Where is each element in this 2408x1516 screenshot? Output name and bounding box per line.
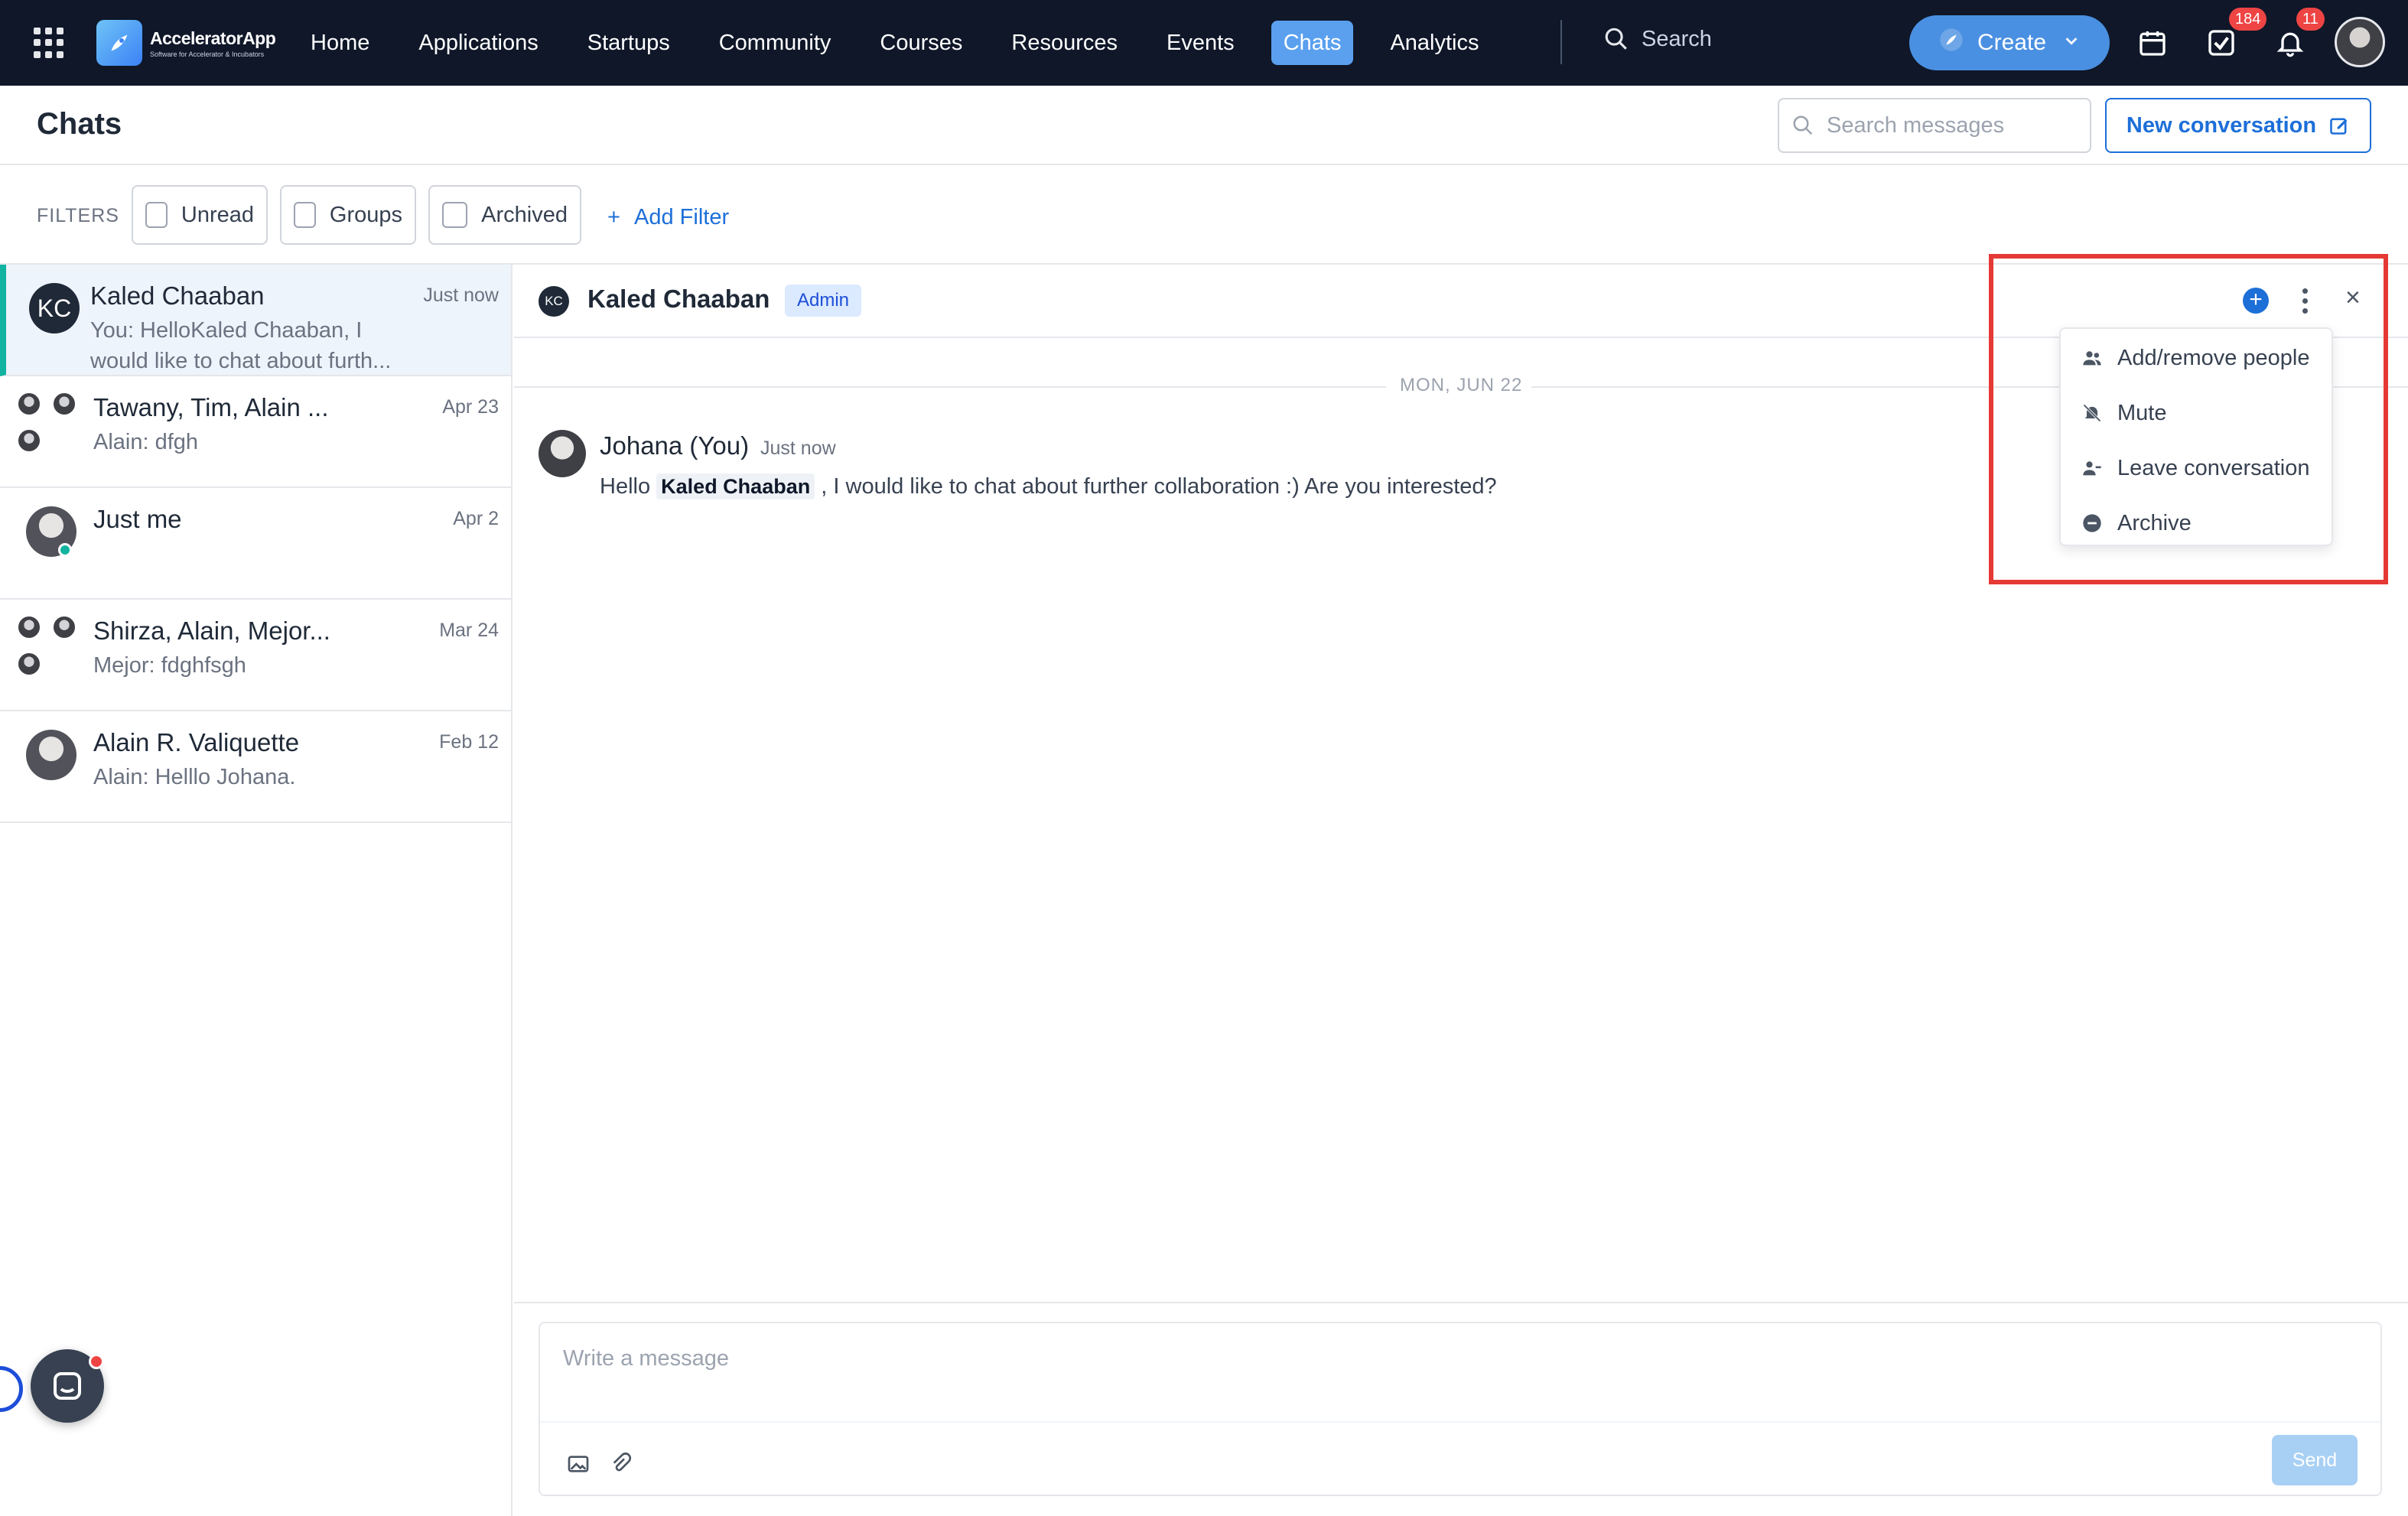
avatar: KC (539, 286, 569, 317)
page-header: Chats New conversation (0, 86, 2408, 165)
nav-analytics[interactable]: Analytics (1378, 21, 1491, 65)
top-navigation: AcceleratorApp Software for Accelerator … (0, 0, 2408, 86)
rocket-icon (1939, 28, 1964, 58)
conversation-preview: Alain: Helllo Johana. (93, 765, 296, 789)
conversation-date: Mar 24 (439, 620, 499, 641)
notification-dot (89, 1354, 104, 1369)
checkbox-icon[interactable] (442, 202, 468, 228)
nav-chats[interactable]: Chats (1271, 21, 1354, 65)
tasks-badge: 184 (2229, 8, 2267, 31)
calendar-icon[interactable] (2133, 23, 2172, 63)
new-conversation-label: New conversation (2126, 112, 2317, 138)
nav-applications[interactable]: Applications (406, 21, 550, 65)
conversation-date: Just now (423, 285, 499, 306)
filters-bar: FILTERS Unread Groups Archived + Add Fil… (0, 165, 2408, 265)
avatar (17, 652, 41, 676)
avatar (52, 615, 76, 639)
conversation-list: KC Kaled Chaaban Just now You: HelloKale… (0, 265, 513, 1516)
page-title: Chats (37, 107, 122, 141)
chevron-down-icon (2063, 32, 2080, 54)
send-button[interactable]: Send (2272, 1435, 2358, 1485)
avatar (17, 428, 41, 453)
conversation-name: Kaled Chaaban (90, 281, 265, 310)
create-label: Create (1977, 30, 2047, 55)
highlight-annotation-box (1989, 254, 2388, 584)
nav-courses[interactable]: Courses (867, 21, 975, 65)
new-conversation-button[interactable]: New conversation (2105, 98, 2371, 153)
checkbox-icon[interactable] (145, 202, 168, 228)
global-search-placeholder: Search (1642, 26, 1712, 51)
conversation-item-group-tawany[interactable]: Tawany, Tim, Alain ... Apr 23 Alain: dfg… (0, 376, 511, 488)
date-separator-label: MON, JUN 22 (1400, 375, 1523, 395)
conversation-date: Feb 12 (439, 731, 499, 753)
avatar: KC (29, 283, 80, 333)
conversation-preview: You: HelloKaled Chaaban, I would like to… (90, 318, 392, 373)
avatar (17, 392, 41, 416)
filter-unread-label: Unread (181, 202, 254, 227)
conversation-preview: Alain: dfgh (93, 430, 199, 454)
message-input[interactable] (563, 1346, 2353, 1392)
add-filter-button[interactable]: + Add Filter (607, 205, 729, 230)
checkbox-icon[interactable] (294, 202, 316, 228)
filter-groups-label: Groups (329, 202, 402, 227)
nav-community[interactable]: Community (707, 21, 844, 65)
conversation-item-alain[interactable]: Alain R. Valiquette Feb 12 Alain: Helllo… (0, 711, 511, 823)
app-logo[interactable]: AcceleratorApp Software for Accelerator … (96, 20, 276, 66)
nav-home[interactable]: Home (298, 21, 382, 65)
main-menu: Home Applications Startups Community Cou… (298, 20, 1516, 66)
conversation-name: Shirza, Alain, Mejor... (93, 616, 330, 645)
filters-label: FILTERS (37, 205, 119, 226)
message-text: , I would like to chat about further col… (815, 474, 1497, 499)
filter-groups[interactable]: Groups (280, 185, 416, 245)
conversation-preview: Mejor: fdghfsgh (93, 653, 246, 678)
search-messages-input[interactable] (1827, 112, 2071, 138)
edit-icon (2330, 118, 2348, 135)
conversation-date: Apr 23 (442, 396, 499, 418)
plus-icon: + (607, 205, 620, 229)
conversation-name: Just me (93, 505, 182, 533)
avatar (52, 392, 76, 416)
rocket-logo-icon (96, 20, 142, 66)
conversation-item-just-me[interactable]: Just me Apr 2 (0, 488, 511, 600)
conversation-item-group-shirza[interactable]: Shirza, Alain, Mejor... Mar 24 Mejor: fd… (0, 600, 511, 711)
conversation-item-kaled[interactable]: KC Kaled Chaaban Just now You: HelloKale… (0, 265, 511, 376)
image-icon[interactable] (566, 1452, 594, 1479)
message-composer: Send (539, 1322, 2382, 1496)
nav-resources[interactable]: Resources (999, 21, 1130, 65)
paperclip-icon[interactable] (609, 1452, 636, 1479)
logo-name: AcceleratorApp (150, 28, 276, 48)
search-icon (1793, 115, 1813, 135)
composer-divider (514, 1302, 2408, 1303)
notifications-badge: 11 (2296, 8, 2325, 31)
conversation-date: Apr 2 (453, 508, 499, 529)
role-badge: Admin (785, 285, 862, 317)
filter-archived-label: Archived (481, 202, 568, 227)
online-status-dot (58, 543, 72, 557)
chat-title: Kaled Chaaban (587, 285, 770, 313)
filter-archived[interactable]: Archived (428, 185, 581, 245)
nav-events[interactable]: Events (1154, 21, 1247, 65)
apps-grid-icon[interactable] (34, 28, 64, 58)
message-author: Johana (You) (600, 431, 750, 460)
nav-divider (1560, 20, 1562, 64)
logo-tagline: Software for Accelerator & Incubators (150, 50, 265, 58)
add-filter-label: Add Filter (634, 205, 730, 229)
nav-startups[interactable]: Startups (575, 21, 682, 65)
conversation-name: Tawany, Tim, Alain ... (93, 393, 329, 421)
search-messages-field[interactable] (1778, 98, 2091, 153)
message-time: Just now (760, 438, 836, 459)
message-text: Hello (600, 474, 657, 499)
avatar (539, 430, 586, 477)
create-button[interactable]: Create (1909, 15, 2110, 70)
avatar (17, 615, 41, 639)
filter-unread[interactable]: Unread (132, 185, 268, 245)
mention-tag[interactable]: Kaled Chaaban (656, 473, 815, 499)
user-avatar[interactable] (2335, 17, 2385, 67)
global-search[interactable]: Search (1603, 26, 1712, 52)
search-icon (1605, 28, 1627, 50)
message-body: Hello Kaled Chaaban , I would like to ch… (600, 473, 1497, 499)
avatar (26, 730, 76, 780)
conversation-name: Alain R. Valiquette (93, 728, 300, 756)
